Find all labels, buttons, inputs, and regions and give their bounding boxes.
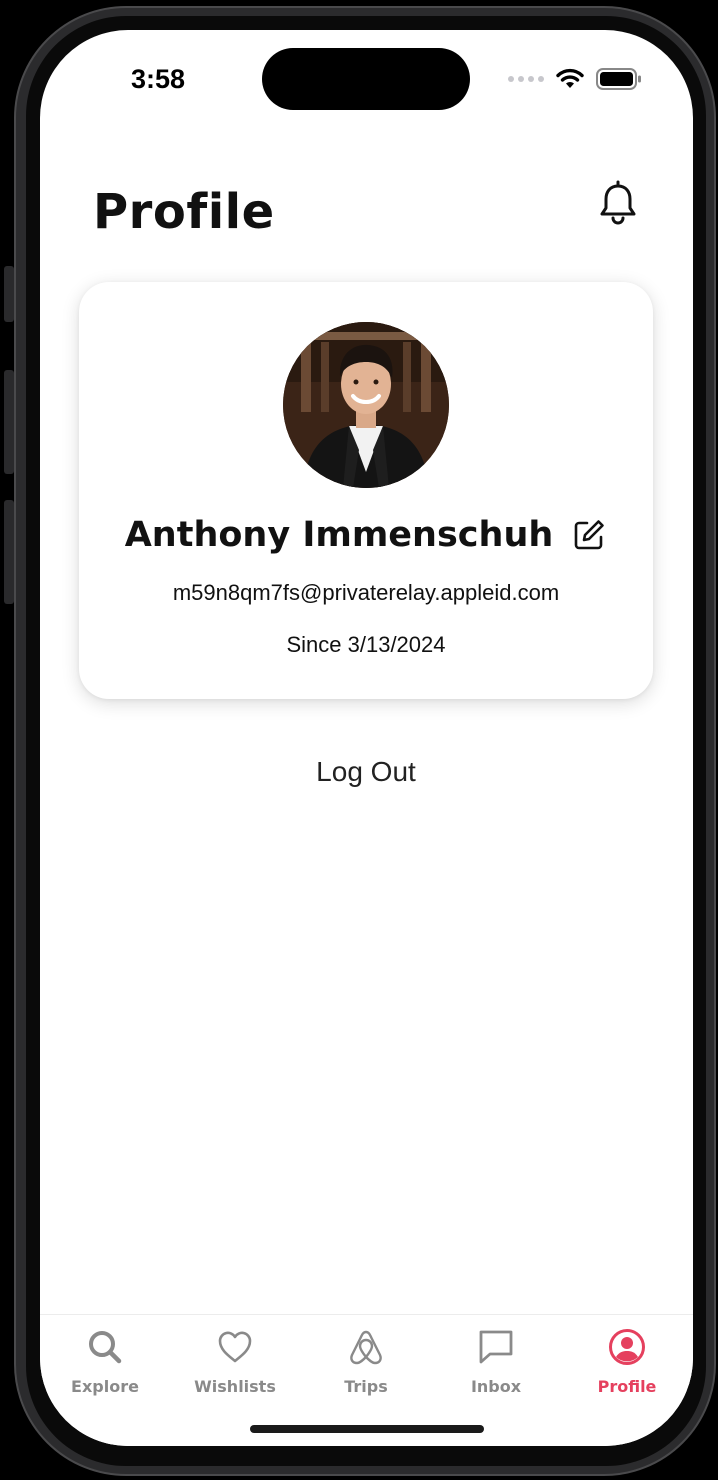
tab-label: Trips (344, 1377, 388, 1396)
user-email: m59n8qm7fs@privaterelay.appleid.com (172, 580, 560, 605)
tab-trips[interactable]: Trips (301, 1315, 431, 1407)
battery-icon (596, 68, 641, 90)
wifi-icon (556, 68, 584, 88)
cellular-signal-icon (508, 76, 544, 82)
tab-explore[interactable]: Explore (40, 1315, 170, 1407)
tab-wishlists[interactable]: Wishlists (170, 1315, 300, 1407)
search-icon (89, 1331, 122, 1364)
user-name: Anthony Immenschuh (124, 515, 554, 555)
tab-label: Wishlists (194, 1377, 276, 1396)
heart-icon (218, 1331, 252, 1363)
dynamic-island (262, 48, 470, 110)
tab-profile[interactable]: Profile (562, 1315, 692, 1407)
tab-label: Profile (597, 1377, 657, 1396)
page-title: Profile (93, 184, 275, 240)
mute-switch (4, 266, 14, 322)
home-indicator (250, 1425, 484, 1433)
airbnb-logo-icon (350, 1330, 382, 1365)
status-time: 3:58 (130, 64, 186, 94)
tab-label: Explore (71, 1377, 139, 1396)
profile-card: Anthony Immenschuh m59n8qm7fs@privaterel… (79, 282, 653, 699)
screen: 3:58 Profile Anthony Immenschuh m59n8qm7… (40, 30, 693, 1446)
message-icon (479, 1330, 513, 1364)
avatar-photo (283, 322, 449, 488)
tab-inbox[interactable]: Inbox (431, 1315, 561, 1407)
name-row: Anthony Immenschuh (79, 512, 653, 558)
volume-down-button (4, 500, 14, 604)
log-out-button[interactable]: Log Out (276, 750, 456, 794)
tab-label: Inbox (470, 1377, 522, 1396)
volume-up-button (4, 370, 14, 474)
edit-icon[interactable] (571, 517, 607, 553)
avatar[interactable] (283, 322, 449, 488)
member-since: Since 3/13/2024 (286, 632, 446, 657)
user-circle-icon (609, 1329, 645, 1365)
status-indicators (508, 66, 642, 92)
bell-icon[interactable] (596, 180, 640, 226)
